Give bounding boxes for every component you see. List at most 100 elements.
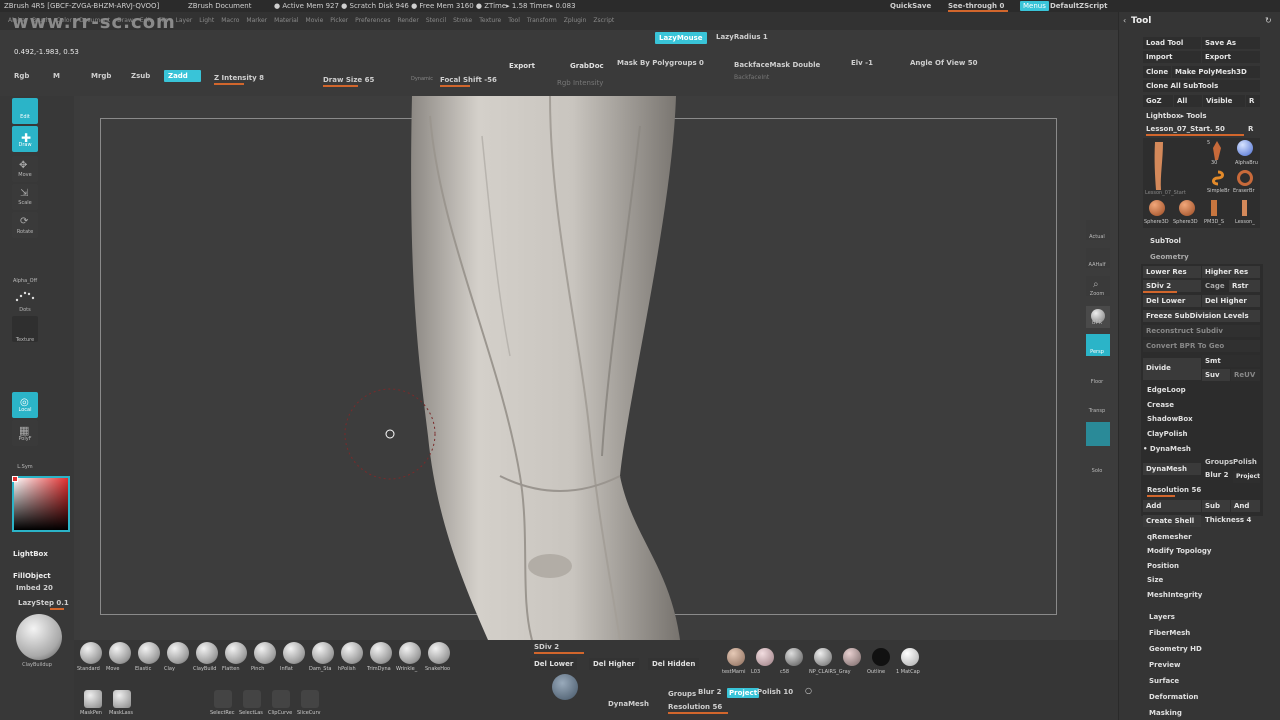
lazymouse-button[interactable]: LazyMouse xyxy=(655,32,707,44)
dynamesh-button[interactable]: DynaMesh xyxy=(1143,463,1201,475)
zadd-button[interactable]: Zadd xyxy=(164,70,201,82)
menu-edit[interactable]: Edit xyxy=(140,17,152,24)
save-as-button[interactable]: Save As xyxy=(1202,37,1260,49)
brush-0[interactable] xyxy=(80,642,102,664)
brush-1[interactable] xyxy=(109,642,131,664)
m-button[interactable]: M xyxy=(53,72,60,80)
transp-label[interactable]: Transp xyxy=(1082,408,1112,414)
fibermesh-section[interactable]: FiberMesh xyxy=(1149,629,1190,637)
bottom-dynamesh-button[interactable]: DynaMesh xyxy=(608,700,649,708)
backface-int-slider[interactable]: BackfaceInt xyxy=(734,74,769,81)
thickness-slider[interactable]: Thickness 4 xyxy=(1205,516,1251,524)
lightbox-tools-button[interactable]: Lightbox▸ Tools xyxy=(1146,112,1207,120)
z-intensity-slider[interactable]: Z Intensity 8 xyxy=(214,74,264,82)
zsub-button[interactable]: Zsub xyxy=(131,72,150,80)
edgeloop-section[interactable]: EdgeLoop xyxy=(1147,386,1186,394)
brush-9[interactable] xyxy=(341,642,363,664)
freeze-subdivision-button[interactable]: Freeze SubDivision Levels xyxy=(1143,310,1260,322)
floor-label[interactable]: Floor xyxy=(1082,379,1112,385)
make-polymesh-button[interactable]: Make PolyMesh3D xyxy=(1172,66,1260,78)
lazystep-slider[interactable]: LazyStep 0.1 xyxy=(18,599,69,607)
refresh-icon[interactable]: ↻ xyxy=(1265,16,1272,25)
tool-thumb-sphere3d-2[interactable] xyxy=(1179,200,1195,216)
material-1[interactable] xyxy=(756,648,774,666)
focal-shift-slider[interactable]: Focal Shift -56 xyxy=(440,76,497,84)
clone-button[interactable]: Clone xyxy=(1143,66,1171,78)
tool-thumb-eraser[interactable] xyxy=(1237,170,1253,186)
higher-res-button[interactable]: Higher Res xyxy=(1202,266,1260,278)
brush-12[interactable] xyxy=(428,642,450,664)
bottom-project-button[interactable]: Project xyxy=(727,688,760,698)
edit-button[interactable] xyxy=(12,98,38,124)
selection-tool-0[interactable] xyxy=(84,690,102,708)
tool-thumb-sphere3d[interactable] xyxy=(1149,200,1165,216)
size-section[interactable]: Size xyxy=(1147,576,1163,584)
bottom-resolution-slider[interactable]: Resolution 56 xyxy=(668,703,722,711)
polyf-button[interactable]: ▦ xyxy=(12,420,38,446)
tool-thumb-simplebrush[interactable] xyxy=(1210,140,1224,162)
bottom-del-higher-button[interactable]: Del Higher xyxy=(589,658,639,670)
simplebrush-icon[interactable] xyxy=(1210,170,1226,186)
brush-2[interactable] xyxy=(138,642,160,664)
brush-3[interactable] xyxy=(167,642,189,664)
collapse-icon[interactable]: ‹ xyxy=(1123,16,1126,25)
dynamesh-section[interactable]: • DynaMesh xyxy=(1143,445,1191,453)
leg-model[interactable] xyxy=(80,96,1080,640)
selection-tool-3[interactable] xyxy=(243,690,261,708)
suv-button[interactable]: Suv xyxy=(1202,369,1230,381)
defaultzscript-button[interactable]: DefaultZScript xyxy=(1050,2,1108,10)
goz-button[interactable]: GoZ xyxy=(1143,95,1173,107)
solo-label[interactable]: Solo xyxy=(1082,468,1112,474)
menu-file[interactable]: File xyxy=(158,17,168,24)
color-picker[interactable] xyxy=(12,476,70,532)
convert-bpr-button[interactable]: Convert BPR To Geo xyxy=(1143,340,1260,352)
material-0[interactable] xyxy=(727,648,745,666)
create-shell-button[interactable]: Create Shell xyxy=(1143,515,1201,527)
menu-macro[interactable]: Macro xyxy=(221,17,239,24)
tool-thumb-lesson[interactable] xyxy=(1145,140,1173,192)
main-color-swatch[interactable] xyxy=(12,476,18,482)
quicksave-button[interactable]: QuickSave xyxy=(890,2,931,10)
menu-draw[interactable]: Draw xyxy=(117,17,133,24)
menu-color[interactable]: Color xyxy=(56,17,72,24)
backface-mask-button[interactable]: BackfaceMask Double xyxy=(734,61,820,69)
menu-marker[interactable]: Marker xyxy=(246,17,267,24)
rstr-button[interactable]: Rstr xyxy=(1229,280,1260,292)
brush-8[interactable] xyxy=(312,642,334,664)
del-lower-button[interactable]: Del Lower xyxy=(1143,295,1201,307)
document-canvas[interactable] xyxy=(80,96,1080,640)
qremesher-section[interactable]: qRemesher xyxy=(1147,533,1192,541)
brush-5[interactable] xyxy=(225,642,247,664)
brush-4[interactable] xyxy=(196,642,218,664)
move-button[interactable]: ✥ xyxy=(12,156,38,182)
claypolish-section[interactable]: ClayPolish xyxy=(1147,430,1188,438)
selection-tool-2[interactable] xyxy=(214,690,232,708)
menu-material[interactable]: Material xyxy=(274,17,298,24)
subtool-section[interactable]: SubTool xyxy=(1150,237,1181,245)
deformation-section[interactable]: Deformation xyxy=(1149,693,1198,701)
modify-topology-section[interactable]: Modify Topology xyxy=(1147,547,1212,555)
resolution-slider[interactable]: Resolution 56 xyxy=(1147,486,1201,494)
fillobject-button[interactable]: FillObject xyxy=(13,572,51,580)
clone-all-subtools-button[interactable]: Clone All SubTools xyxy=(1143,80,1260,92)
polish-button[interactable]: Polish xyxy=(1233,458,1257,466)
menu-brush[interactable]: Brush xyxy=(32,17,49,24)
mrgb-button[interactable]: Mrgb xyxy=(91,72,111,80)
position-section[interactable]: Position xyxy=(1147,562,1179,570)
imbed-slider[interactable]: Imbed 20 xyxy=(16,584,53,592)
menu-light[interactable]: Light xyxy=(199,17,214,24)
crease-section[interactable]: Crease xyxy=(1147,401,1174,409)
rgb-intensity-slider[interactable]: Rgb Intensity xyxy=(557,79,603,87)
draw-button[interactable]: ✚ xyxy=(12,126,38,152)
tool-thumb-lesson-2[interactable] xyxy=(1242,200,1247,216)
material-3[interactable] xyxy=(814,648,832,666)
blur-slider[interactable]: Blur 2 xyxy=(1205,471,1228,479)
masking-section[interactable]: Masking xyxy=(1149,709,1182,717)
current-brush-thumbnail[interactable] xyxy=(16,614,62,660)
bottom-polish-slider[interactable]: Polish 10 xyxy=(757,688,793,696)
elv-slider[interactable]: Elv -1 xyxy=(851,59,873,67)
menu-zscript[interactable]: Zscript xyxy=(593,17,614,24)
tool-thumb-alphabrush[interactable] xyxy=(1237,140,1253,156)
bottom-groups-button[interactable]: Groups xyxy=(668,690,696,698)
load-tool-button[interactable]: Load Tool xyxy=(1143,37,1201,49)
